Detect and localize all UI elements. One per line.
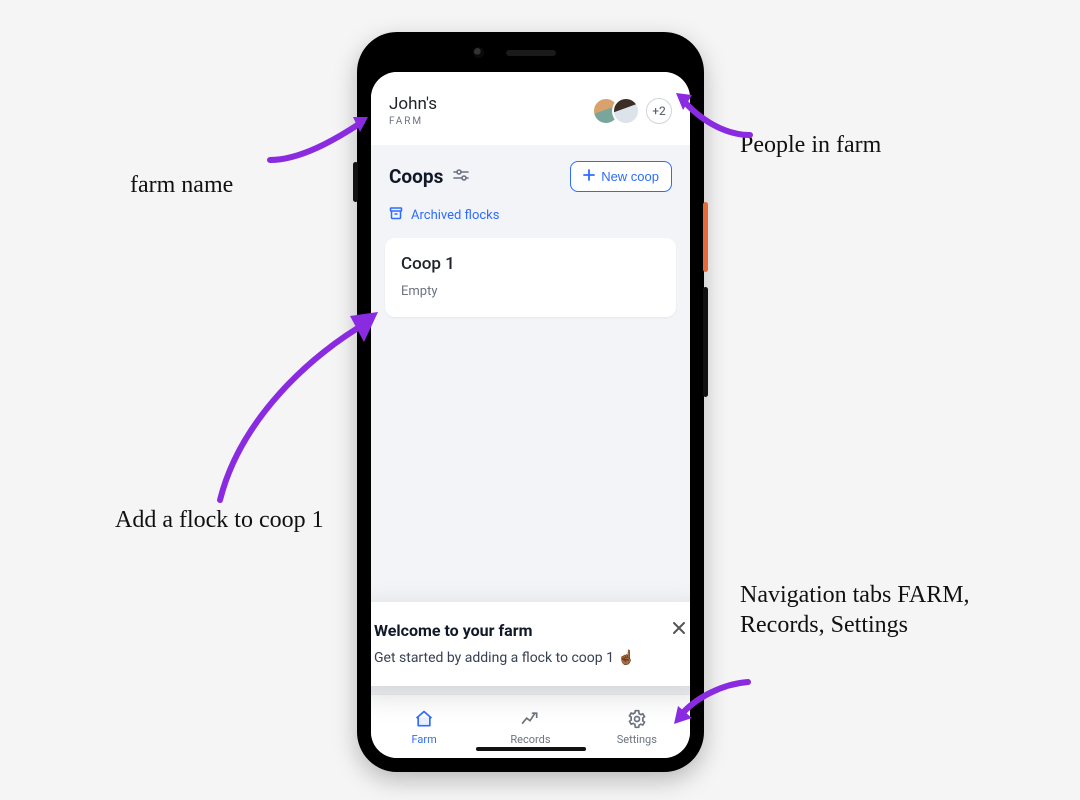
toast-title: Welcome to your farm xyxy=(374,621,532,640)
farm-title-block[interactable]: John's FARM xyxy=(389,94,437,127)
nav-tab-farm[interactable]: Farm xyxy=(371,695,477,758)
toast-body: Get started by adding a flock to coop 1 … xyxy=(374,650,687,666)
avatar-overflow-count: +2 xyxy=(646,98,672,124)
archived-flocks-label: Archived flocks xyxy=(411,208,499,223)
new-coop-button[interactable]: New coop xyxy=(570,161,672,192)
archived-flocks-link[interactable]: Archived flocks xyxy=(371,200,690,238)
nav-tab-settings[interactable]: Settings xyxy=(584,695,690,758)
annotation-people: People in farm xyxy=(740,130,881,160)
coop-card[interactable]: Coop 1 Empty xyxy=(385,238,676,317)
annotation-farm-name: farm name xyxy=(130,170,233,200)
plus-icon xyxy=(583,169,595,184)
annotation-nav-tabs: Navigation tabs FARM, Records, Settings xyxy=(740,580,1000,640)
phone-volume-button xyxy=(703,287,708,397)
home-indicator xyxy=(476,747,586,751)
home-icon xyxy=(413,708,435,730)
coop-name: Coop 1 xyxy=(401,254,660,274)
avatar xyxy=(612,97,640,125)
section-title: Coops xyxy=(389,165,443,188)
gear-icon xyxy=(626,708,648,730)
farm-subtitle: FARM xyxy=(389,116,437,127)
phone-frame: John's FARM +2 Coops xyxy=(357,32,704,772)
nav-label: Settings xyxy=(617,733,657,746)
nav-label: Records xyxy=(510,733,550,746)
filter-icon[interactable] xyxy=(453,167,469,186)
nav-label: Farm xyxy=(412,733,437,746)
phone-power-button xyxy=(703,202,708,272)
annotation-add-flock: Add a flock to coop 1 xyxy=(115,505,335,535)
coop-status: Empty xyxy=(401,284,660,299)
chart-icon xyxy=(519,708,541,730)
phone-screen: John's FARM +2 Coops xyxy=(371,72,690,758)
archive-icon xyxy=(389,206,403,224)
phone-side-button xyxy=(353,162,358,202)
phone-camera xyxy=(473,47,484,58)
app-header: John's FARM +2 xyxy=(371,72,690,145)
welcome-toast: Welcome to your farm Get started by addi… xyxy=(371,602,690,686)
section-header: Coops New coop xyxy=(371,145,690,200)
new-coop-label: New coop xyxy=(601,169,659,184)
farm-name: John's xyxy=(389,94,437,114)
people-cluster[interactable]: +2 xyxy=(592,97,672,125)
close-icon[interactable] xyxy=(671,620,687,640)
